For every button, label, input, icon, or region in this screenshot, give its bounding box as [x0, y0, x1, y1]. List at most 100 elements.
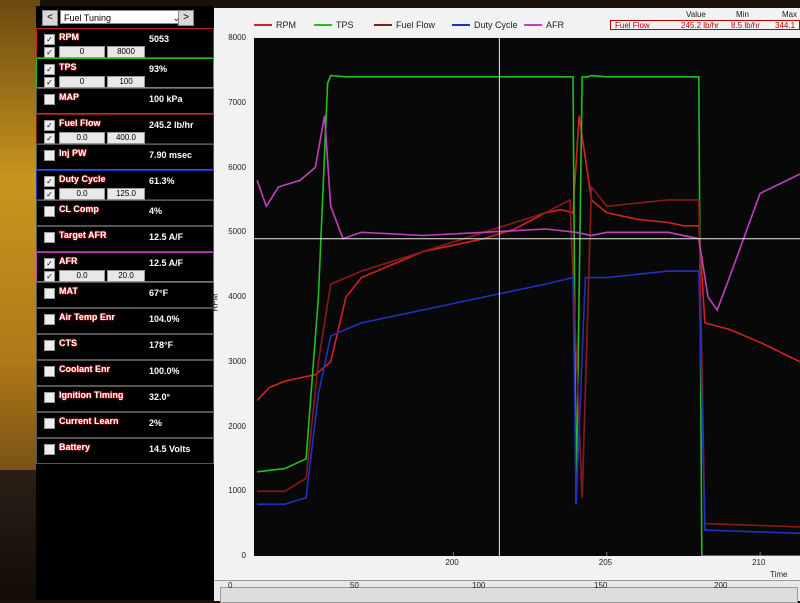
- sensor-range-max[interactable]: 100: [107, 76, 145, 88]
- y-tick-label: 5000: [228, 227, 246, 237]
- plot-svg: [254, 38, 800, 557]
- sensor-cl-comp[interactable]: CL Comp 4%: [36, 200, 214, 226]
- sensor-range-checkbox[interactable]: ✓: [44, 133, 55, 144]
- sensor-name: Inj PW: [59, 148, 87, 158]
- sensor-value: 14.5 Volts: [149, 444, 191, 454]
- sensor-checkbox[interactable]: [44, 206, 55, 217]
- next-button[interactable]: >: [178, 10, 194, 26]
- sensor-cts[interactable]: CTS 178°F: [36, 334, 214, 360]
- info-col-max: Max: [782, 10, 798, 19]
- sensor-checkbox[interactable]: ✓: [44, 34, 55, 45]
- sensor-target-afr[interactable]: Target AFR 12.5 A/F: [36, 226, 214, 252]
- sensor-name: RPM: [59, 32, 79, 42]
- sensor-fuel-flow[interactable]: ✓ Fuel Flow 245.2 lb/hr ✓ 0.0 400.0: [36, 114, 214, 144]
- sensor-value: 100.0%: [149, 366, 180, 376]
- sensor-value: 2%: [149, 418, 163, 428]
- timeline-scrubber[interactable]: 0 50 100 150 200: [214, 580, 800, 603]
- info-col-value: Value: [686, 10, 706, 19]
- legend: RPM TPS Fuel Flow Duty Cycle AFR: [214, 8, 614, 34]
- sensor-name: CTS: [59, 338, 77, 348]
- sensor-checkbox[interactable]: [44, 418, 55, 429]
- sensor-value: 5053: [149, 34, 170, 44]
- sensor-checkbox[interactable]: ✓: [44, 176, 55, 187]
- sensor-air-temp-enr[interactable]: Air Temp Enr 104.0%: [36, 308, 214, 334]
- layout-selector[interactable]: Fuel Tuning ⌄: [60, 10, 184, 24]
- legend-label[interactable]: Duty Cycle: [474, 20, 518, 30]
- sensor-ignition-timing[interactable]: Ignition Timing 32.0°: [36, 386, 214, 412]
- info-row-fuel-flow[interactable]: Fuel Flow 245.2 lb/hr 8.5 lb/hr 344.1: [610, 20, 800, 30]
- info-col-min: Min: [736, 10, 749, 19]
- legend-label[interactable]: RPM: [276, 20, 296, 30]
- sensor-checkbox[interactable]: [44, 150, 55, 161]
- sensor-checkbox[interactable]: ✓: [44, 64, 55, 75]
- x-tick-label: 200: [445, 558, 459, 567]
- sensor-range-min[interactable]: 0.0: [59, 132, 105, 144]
- series-line-duty-cycle: [257, 270, 800, 535]
- sensor-checkbox[interactable]: [44, 392, 55, 403]
- info-row-max: 344.1: [775, 21, 796, 30]
- sensor-current-learn[interactable]: Current Learn 2%: [36, 412, 214, 438]
- sensor-checkbox[interactable]: [44, 444, 55, 455]
- sensor-name: Target AFR: [59, 230, 107, 240]
- sensor-range-max[interactable]: 8000: [107, 46, 145, 58]
- sensor-name: CL Comp: [59, 204, 99, 214]
- legend-label[interactable]: TPS: [336, 20, 354, 30]
- sensor-checkbox[interactable]: [44, 314, 55, 325]
- sensor-range-max[interactable]: 400.0: [107, 132, 145, 144]
- sensor-name: Battery: [59, 442, 91, 452]
- info-row-name: Fuel Flow: [615, 21, 650, 30]
- prev-button[interactable]: <: [42, 10, 58, 26]
- sensor-checkbox[interactable]: [44, 340, 55, 351]
- sensor-name: Coolant Enr: [59, 364, 110, 374]
- sensor-value: 32.0°: [149, 392, 171, 402]
- series-line-tps: [257, 74, 800, 557]
- sensor-duty-cycle[interactable]: ✓ Duty Cycle 61.3% ✓ 0.0 125.0: [36, 170, 214, 200]
- sensor-name: Duty Cycle: [59, 174, 106, 184]
- sensor-range-max[interactable]: 125.0: [107, 188, 145, 200]
- sensor-map[interactable]: MAP 100 kPa: [36, 88, 214, 114]
- sensor-checkbox[interactable]: [44, 288, 55, 299]
- sensor-battery[interactable]: Battery 14.5 Volts: [36, 438, 214, 464]
- sensor-range-min[interactable]: 0: [59, 76, 105, 88]
- timeline-track[interactable]: [220, 587, 798, 603]
- timeline-label: 150: [594, 581, 608, 590]
- sensor-range-checkbox[interactable]: ✓: [44, 189, 55, 200]
- y-tick-label: 4000: [228, 292, 246, 301]
- sensor-range-checkbox[interactable]: ✓: [44, 47, 55, 58]
- sensor-mat[interactable]: MAT 67°F: [36, 282, 214, 308]
- sensor-afr[interactable]: ✓ AFR 12.5 A/F ✓ 0.0 20.0: [36, 252, 214, 282]
- sensor-value: 67°F: [149, 288, 169, 298]
- sensor-range-checkbox[interactable]: ✓: [44, 271, 55, 282]
- sensor-range-min[interactable]: 0.0: [59, 270, 105, 282]
- sensor-checkbox[interactable]: ✓: [44, 258, 55, 269]
- plot-area[interactable]: [254, 38, 800, 557]
- series-line-rpm: [256, 115, 800, 402]
- timeline-label: 200: [714, 581, 728, 590]
- sensor-name: Air Temp Enr: [59, 312, 115, 322]
- sensor-checkbox[interactable]: [44, 366, 55, 377]
- sensor-tps[interactable]: ✓ TPS 93% ✓ 0 100: [36, 58, 214, 88]
- sensor-range-min[interactable]: 0: [59, 46, 105, 58]
- sensor-checkbox[interactable]: [44, 94, 55, 105]
- y-tick-label: 2000: [228, 421, 246, 431]
- sensor-range-max[interactable]: 20.0: [107, 270, 145, 282]
- y-tick-label: 7000: [228, 97, 246, 107]
- legend-swatch: [314, 24, 332, 26]
- sensor-value: 12.5 A/F: [149, 258, 184, 268]
- sensor-inj-pw[interactable]: Inj PW 7.90 msec: [36, 144, 214, 170]
- legend-swatch: [524, 24, 542, 26]
- legend-swatch: [254, 24, 272, 26]
- sensor-range-min[interactable]: 0.0: [59, 188, 105, 200]
- sensor-coolant-enr[interactable]: Coolant Enr 100.0%: [36, 360, 214, 386]
- sensor-range-checkbox[interactable]: ✓: [44, 77, 55, 88]
- legend-label[interactable]: AFR: [546, 20, 564, 30]
- y-axis-title: RPM: [210, 293, 220, 312]
- legend-label[interactable]: Fuel Flow: [396, 20, 435, 30]
- sensor-name: TPS: [59, 62, 77, 72]
- timeline-label: 100: [472, 581, 486, 590]
- x-tick-label: 210: [752, 558, 766, 567]
- sensor-checkbox[interactable]: ✓: [44, 120, 55, 131]
- sensor-rpm[interactable]: ✓ RPM 5053 ✓ 0 8000: [36, 28, 214, 58]
- sensor-value: 12.5 A/F: [149, 232, 184, 242]
- sensor-checkbox[interactable]: [44, 232, 55, 243]
